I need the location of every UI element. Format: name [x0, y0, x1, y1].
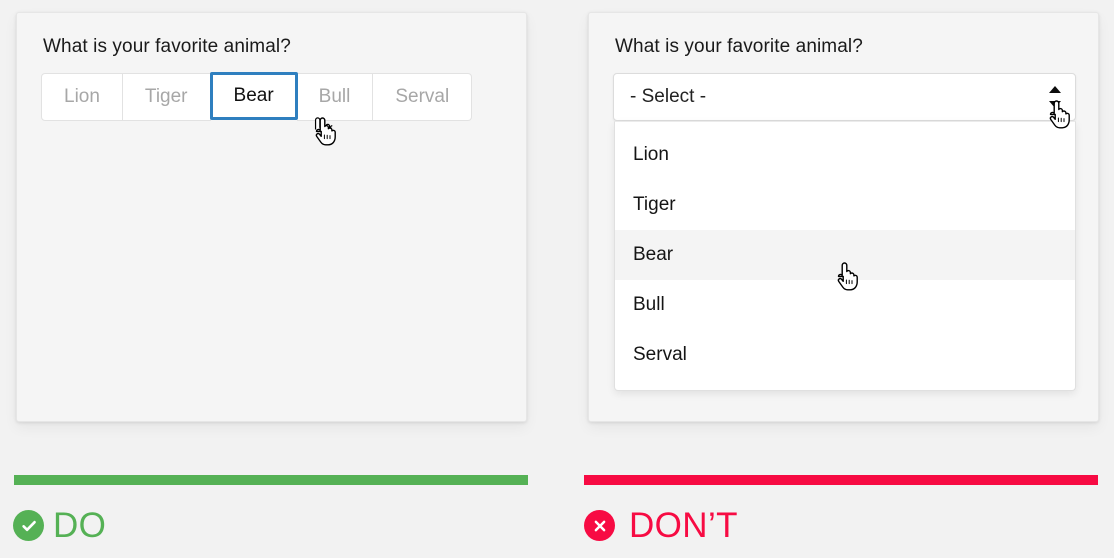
- animal-dropdown-list[interactable]: Lion Tiger Bear Bull Serval: [614, 121, 1076, 391]
- segment-option-label: Tiger: [145, 86, 188, 108]
- segment-option-lion[interactable]: Lion: [41, 73, 123, 121]
- segment-option-label: Bear: [234, 85, 274, 107]
- do-verdict: DO: [13, 508, 106, 543]
- dropdown-option-lion[interactable]: Lion: [615, 130, 1075, 180]
- segment-option-label: Lion: [64, 86, 100, 108]
- animal-segmented-control[interactable]: Lion Tiger Bear Bull Serval: [41, 73, 472, 121]
- animal-select-input[interactable]: - Select -: [613, 73, 1076, 121]
- dropdown-option-serval[interactable]: Serval: [615, 330, 1075, 380]
- segment-option-bear[interactable]: Bear: [210, 72, 298, 120]
- arrow-up-glyph: [1049, 86, 1061, 93]
- do-question-label: What is your favorite animal?: [43, 36, 291, 58]
- dropdown-option-label: Lion: [633, 144, 669, 166]
- x-circle-icon: [584, 510, 615, 541]
- dropdown-option-bear[interactable]: Bear: [615, 230, 1075, 280]
- do-verdict-label: DO: [53, 508, 106, 543]
- do-divider-rule: [14, 475, 528, 485]
- dont-verdict-label: DON’T: [629, 508, 738, 543]
- dropdown-option-label: Bull: [633, 294, 665, 316]
- segment-option-label: Serval: [395, 86, 449, 108]
- segment-option-bull[interactable]: Bull: [297, 73, 374, 121]
- up-down-arrows-icon[interactable]: [1049, 86, 1061, 108]
- dropdown-option-label: Serval: [633, 344, 687, 366]
- dropdown-option-bull[interactable]: Bull: [615, 280, 1075, 330]
- dont-divider-rule: [584, 475, 1098, 485]
- check-circle-icon: [13, 510, 44, 541]
- dropdown-option-label: Bear: [633, 244, 673, 266]
- segment-option-label: Bull: [319, 86, 351, 108]
- do-example-card: What is your favorite animal? Lion Tiger…: [16, 12, 527, 422]
- dont-question-label: What is your favorite animal?: [615, 36, 863, 58]
- arrow-down-glyph: [1049, 101, 1061, 108]
- dropdown-option-label: Tiger: [633, 194, 676, 216]
- dropdown-option-tiger[interactable]: Tiger: [615, 180, 1075, 230]
- dont-verdict: DON’T: [584, 508, 738, 543]
- select-value-text: - Select -: [614, 86, 706, 108]
- segment-option-tiger[interactable]: Tiger: [123, 73, 211, 121]
- dont-example-card: What is your favorite animal? - Select -…: [588, 12, 1099, 422]
- segment-option-serval[interactable]: Serval: [373, 73, 472, 121]
